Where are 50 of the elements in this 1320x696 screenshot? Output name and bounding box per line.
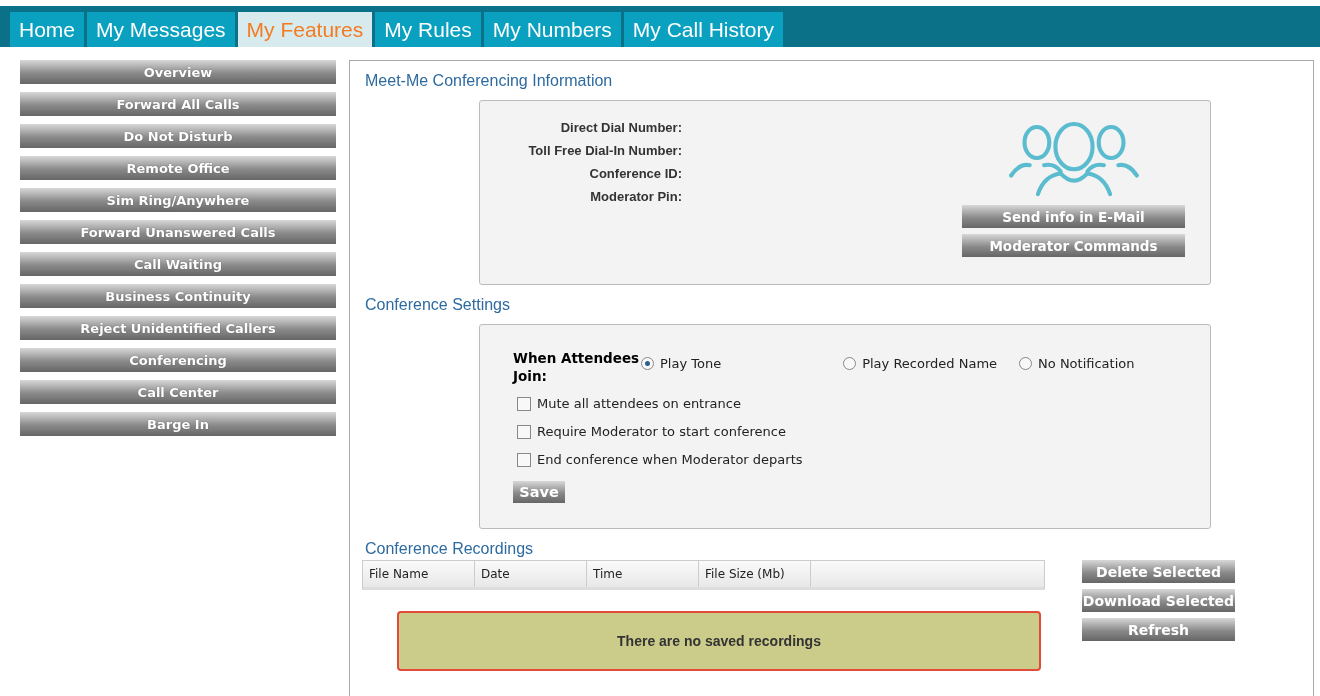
action-button[interactable]: Send info in E-Mail [962,205,1185,228]
field-label: Toll Free Dial-In Number: [528,142,682,160]
nav-tab[interactable]: My Numbers [483,12,621,47]
radio-button[interactable] [843,357,857,370]
sidebar-button[interactable]: Forward All Calls [20,92,336,116]
option-label: Play Recorded Name [862,356,998,371]
field-label: Moderator Pin: [590,188,682,206]
nav-tab[interactable]: My Messages [87,12,235,47]
sidebar-button[interactable]: Do Not Disturb [20,124,336,148]
sidebar-button[interactable]: Barge In [20,412,336,436]
join-label: When Attendees Join: [513,349,641,385]
checkbox[interactable] [517,396,531,411]
column-header: Date [475,561,587,587]
sidebar-button[interactable]: Call Center [20,380,336,404]
section-title: Meet-Me Conferencing Information [365,72,614,90]
action-button[interactable]: Moderator Commands [962,234,1185,257]
field-label: Direct Dial Number: [560,119,682,137]
checkbox[interactable] [517,424,531,439]
section-title: Conference Settings [365,296,511,314]
empty-message: There are no saved recordings [397,611,1041,671]
checkbox-label: Require Moderator to start conference [537,424,786,439]
column-header: Time [587,561,699,587]
sidebar-button[interactable]: Remote Office [20,156,336,180]
people-icon [1006,121,1141,197]
checkbox[interactable] [517,452,531,467]
sidebar-button[interactable]: Overview [20,60,336,84]
option-label: No Notification [1038,356,1135,371]
sidebar-button[interactable]: Business Continuity [20,284,336,308]
sidebar-button[interactable]: Sim Ring/Anywhere [20,188,336,212]
radio-button[interactable] [641,357,654,370]
checkbox-label: End conference when Moderator departs [537,452,803,467]
column-header: File Size (Mb) [699,561,811,587]
nav-tab[interactable]: My Call History [623,12,784,47]
nav-tab[interactable]: My Features [237,12,373,47]
nav-tab[interactable]: My Rules [375,12,481,47]
sidebar-button[interactable]: Conferencing [20,348,336,372]
action-button[interactable]: Download Selected [1082,589,1235,612]
save-button[interactable]: Save [513,481,565,503]
section-title: Conference Recordings [365,540,535,558]
field-label: Conference ID: [589,165,682,183]
option-label: Play Tone [660,356,722,371]
column-header: File Name [363,561,475,587]
radio-button[interactable] [1019,357,1033,370]
nav-tab[interactable]: Home [10,12,85,47]
sidebar-button[interactable]: Call Waiting [20,252,336,276]
checkbox-label: Mute all attendees on entrance [537,396,741,411]
action-button[interactable]: Delete Selected [1082,560,1235,583]
action-button[interactable]: Refresh [1082,618,1235,641]
sidebar-button[interactable]: Forward Unanswered Calls [20,220,336,244]
sidebar-button[interactable]: Reject Unidentified Callers [20,316,336,340]
